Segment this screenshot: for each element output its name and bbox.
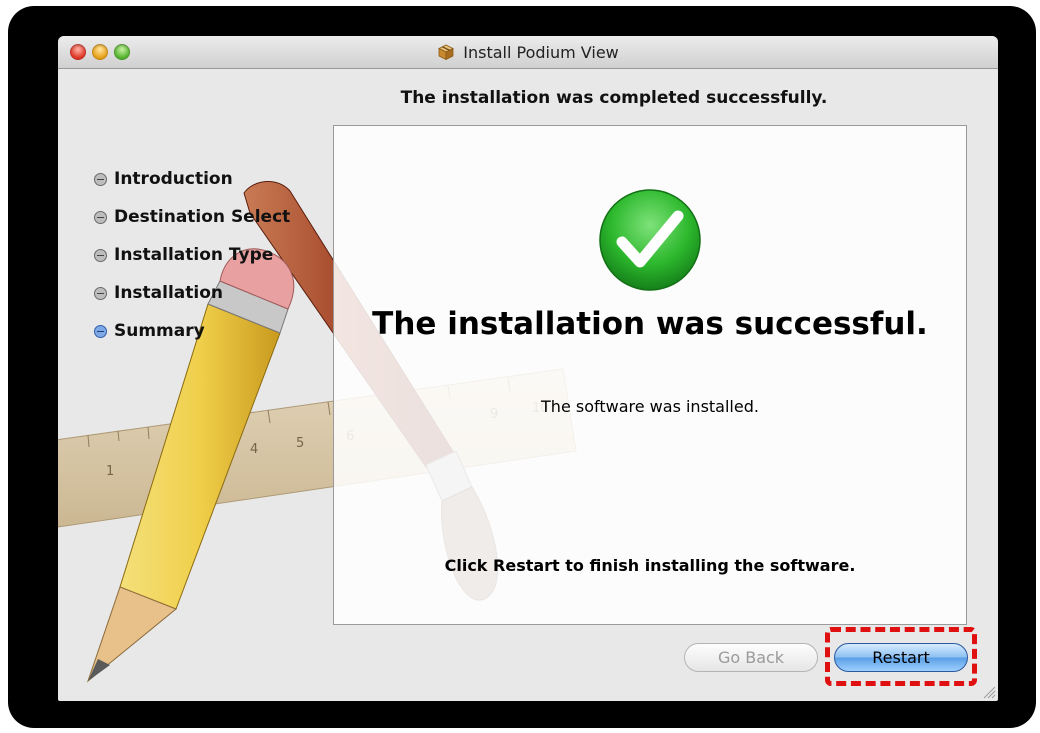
package-icon — [438, 44, 455, 61]
step-label: Installation Type — [114, 245, 274, 265]
restart-instruction: Click Restart to finish installing the s… — [444, 556, 856, 575]
step-installation: Installation — [94, 274, 290, 312]
window-title: Install Podium View — [463, 42, 619, 62]
step-bullet-icon — [94, 248, 107, 262]
step-label: Summary — [114, 321, 205, 341]
step-summary: Summary — [94, 312, 290, 350]
go-back-button[interactable]: Go Back — [684, 643, 818, 672]
installer-steps-sidebar: Introduction Destination Select Installa… — [94, 160, 290, 350]
ruler-mark-4: 4 — [250, 442, 258, 457]
step-label: Destination Select — [114, 207, 291, 227]
restart-highlight-annotation — [825, 627, 977, 686]
success-message: The installation was successful. — [372, 306, 928, 342]
step-introduction: Introduction — [94, 160, 290, 198]
ruler-mark-5: 5 — [296, 436, 304, 451]
step-label: Introduction — [114, 169, 233, 189]
step-bullet-icon — [94, 172, 107, 186]
step-installation-type: Installation Type — [94, 236, 290, 274]
checkmark-icon — [599, 189, 701, 291]
installer-window: Install Podium View 1 4 5 The installati… — [58, 36, 998, 701]
step-current-bullet-icon — [94, 324, 107, 338]
step-bullet-icon — [94, 210, 107, 224]
installed-message: The software was installed. — [541, 397, 759, 416]
step-bullet-icon — [94, 286, 107, 300]
title-group: Install Podium View — [58, 36, 998, 68]
ruler-mark-1: 1 — [106, 464, 114, 479]
step-destination-select: Destination Select — [94, 198, 290, 236]
summary-content-panel: The installation was successful. The sof… — [333, 125, 967, 625]
step-label: Installation — [114, 283, 224, 303]
resize-grip-icon[interactable] — [980, 683, 996, 699]
title-bar[interactable]: Install Podium View — [58, 36, 998, 69]
page-headline: The installation was completed successfu… — [400, 88, 828, 108]
